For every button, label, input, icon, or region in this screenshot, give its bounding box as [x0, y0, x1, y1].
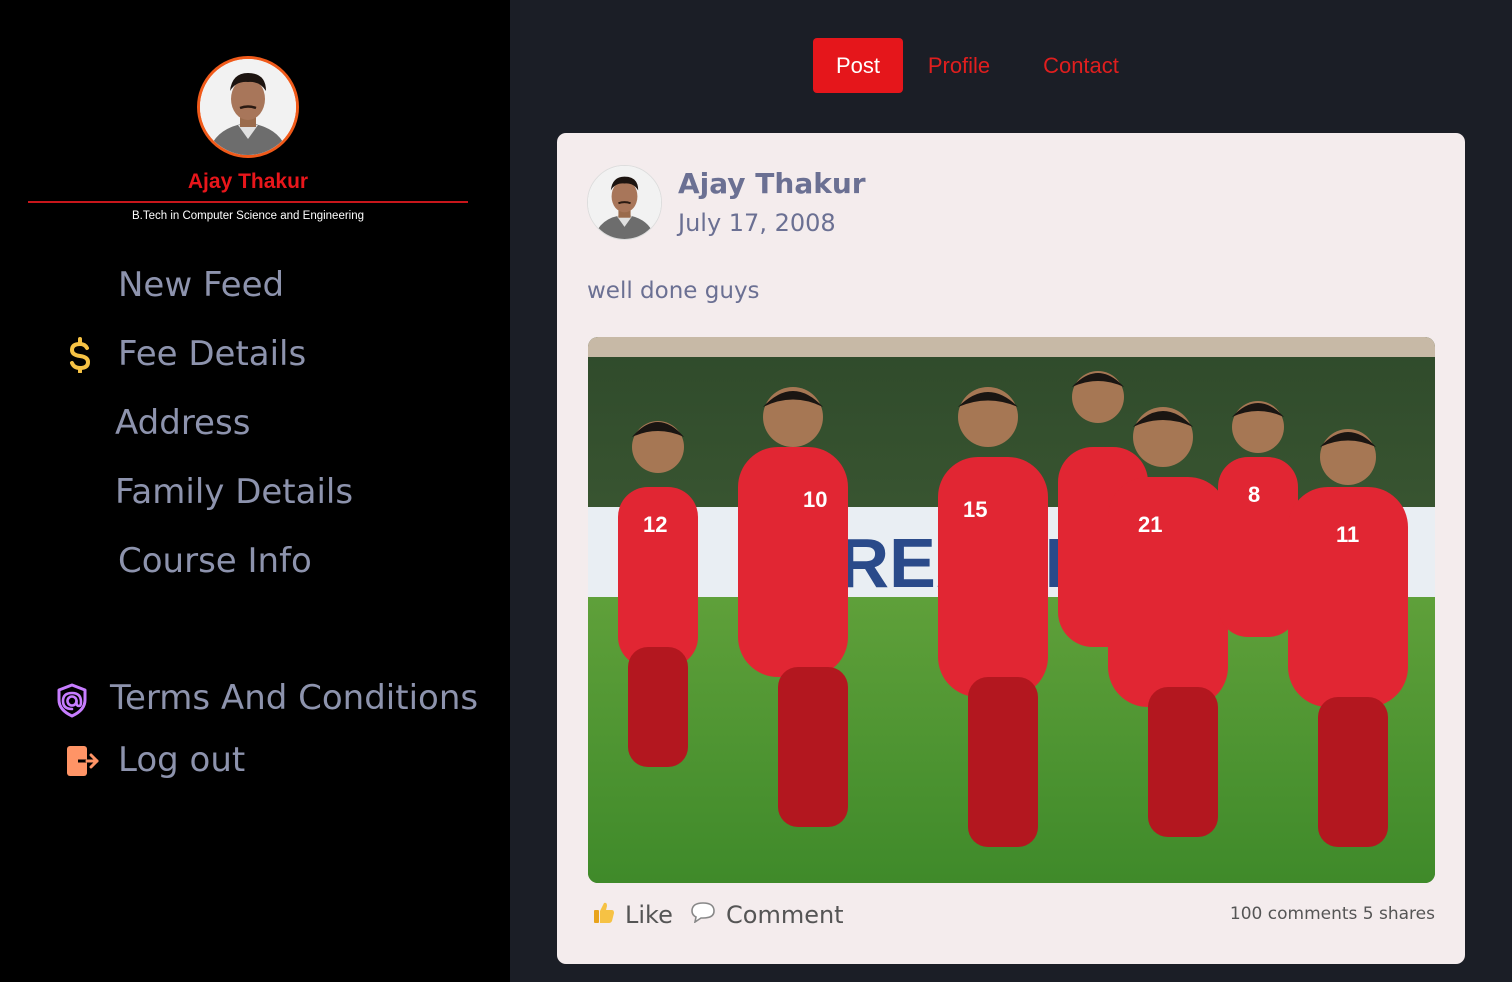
svg-text:10: 10 — [803, 487, 827, 512]
svg-text:15: 15 — [963, 497, 987, 522]
sidebar-item-label: Log out — [118, 740, 246, 780]
comment-button[interactable]: Comment — [690, 900, 844, 930]
tab-contact[interactable]: Contact — [1025, 38, 1137, 93]
logout-icon — [67, 746, 99, 776]
dollar-icon — [69, 337, 91, 373]
like-label: Like — [625, 901, 673, 929]
sidebar: Ajay Thakur B.Tech in Computer Science a… — [0, 0, 510, 982]
profile-name: Ajay Thakur — [187, 170, 309, 193]
profile-avatar[interactable] — [197, 56, 299, 158]
avatar-image — [200, 59, 296, 155]
profile-divider — [28, 201, 468, 203]
post-author-name[interactable]: Ajay Thakur — [678, 167, 866, 200]
svg-text:11: 11 — [1336, 522, 1359, 547]
post-date: July 17, 2008 — [678, 209, 836, 237]
thumbs-up-icon — [593, 900, 615, 930]
sidebar-item-label: Terms And Conditions — [110, 678, 479, 718]
sidebar-item-label: Fee Details — [118, 334, 307, 374]
post-stats: 100 comments 5 shares — [1229, 904, 1435, 924]
avatar-image — [588, 166, 661, 239]
post-photo: DREAMER — [588, 337, 1435, 883]
sidebar-item-label: Address — [115, 403, 251, 443]
shield-at-icon — [57, 683, 87, 718]
post-image[interactable]: DREAMER — [588, 337, 1435, 883]
tab-profile[interactable]: Profile — [913, 38, 1005, 93]
post-text: well done guys — [587, 278, 760, 304]
sidebar-item-label: New Feed — [118, 265, 285, 305]
svg-text:8: 8 — [1248, 482, 1260, 507]
sidebar-item-label: Family Details — [115, 472, 354, 512]
svg-text:12: 12 — [643, 512, 667, 537]
profile-degree: B.Tech in Computer Science and Engineeri… — [131, 210, 365, 222]
tab-post[interactable]: Post — [813, 38, 903, 93]
post-author-avatar[interactable] — [587, 165, 662, 240]
svg-text:21: 21 — [1138, 512, 1162, 537]
comment-label: Comment — [726, 901, 844, 929]
like-button[interactable]: Like — [593, 900, 673, 930]
post-card: Ajay Thakur July 17, 2008 well done guys… — [557, 133, 1465, 964]
comment-icon — [690, 901, 716, 929]
sidebar-item-label: Course Info — [118, 541, 312, 581]
